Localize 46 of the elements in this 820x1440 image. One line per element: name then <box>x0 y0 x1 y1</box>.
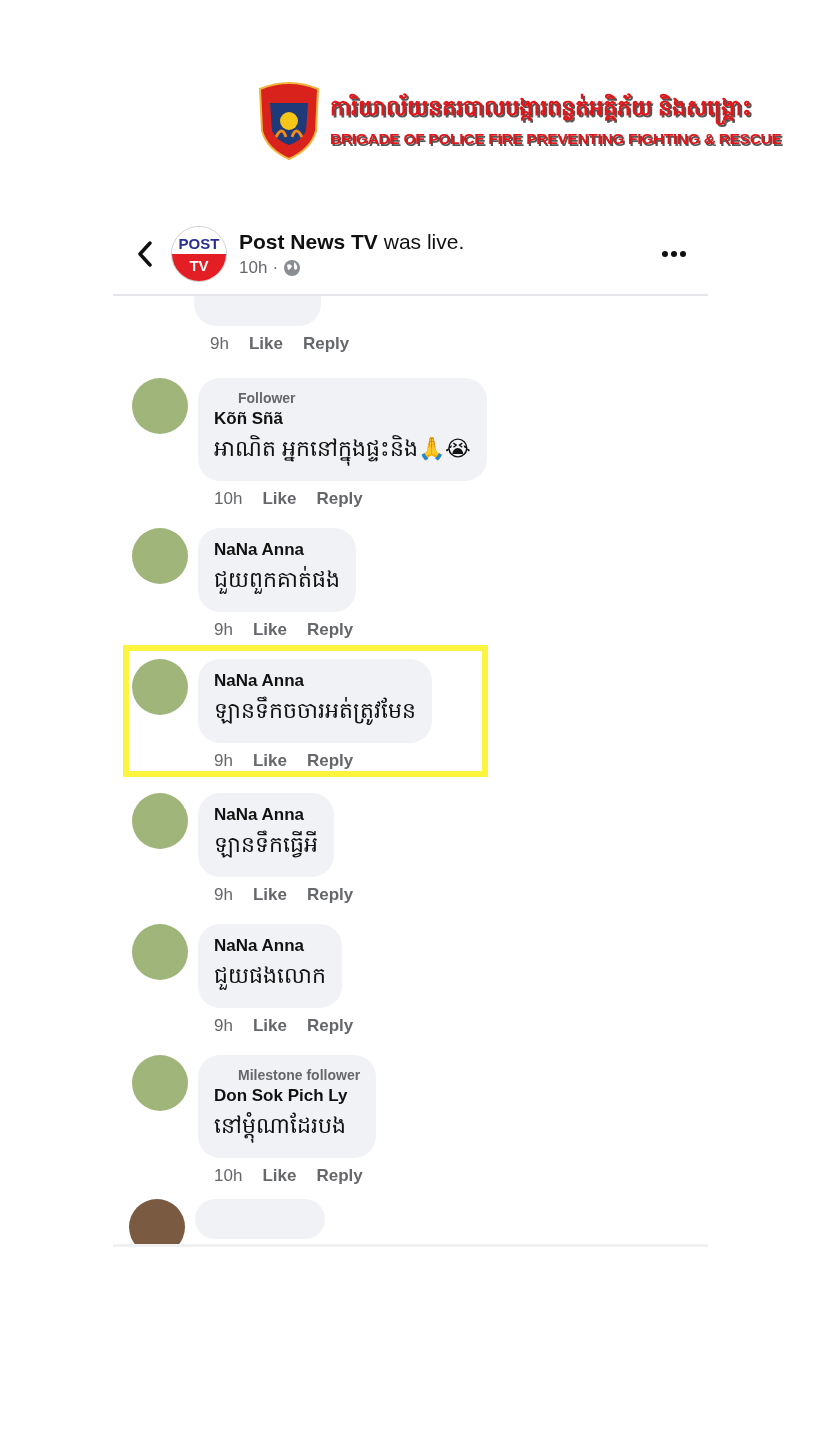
comment-text: ឡានទឹកធ្វើអី <box>214 831 318 860</box>
comment-time: 9h <box>214 1016 233 1036</box>
comment-time: 9h <box>214 620 233 640</box>
like-link[interactable]: Like <box>252 751 287 771</box>
comment-time: 9h <box>210 334 229 354</box>
post-time: 10h <box>239 258 268 278</box>
separator-dot: · <box>272 258 279 278</box>
comment-author[interactable]: NaNa Anna <box>214 671 416 691</box>
reply-link[interactable]: Reply <box>302 334 350 354</box>
follower-label: Follower <box>237 390 297 406</box>
comment-author[interactable]: NaNa Anna <box>214 936 326 956</box>
comment-text: ជួយពួកគាត់ផង <box>214 566 340 596</box>
like-link[interactable]: Like <box>248 334 283 354</box>
comment-text: អាណិត អ្នកនៅក្នុងផ្ទះនិង🙏😭 <box>214 435 471 467</box>
like-link[interactable]: Like <box>262 1166 297 1186</box>
comment-time: 10h <box>214 489 243 509</box>
back-icon[interactable] <box>137 241 153 267</box>
banner-title: ការិយាល័យនគរបាលបង្ការពន្លត់អគ្គិភ័យ និងសង្គ្រោះ <box>330 94 782 126</box>
avatar-photo[interactable] <box>129 1199 185 1244</box>
reply-link[interactable]: Reply <box>306 1016 354 1036</box>
comment-text: ជួយផងលោក <box>214 962 326 992</box>
more-options-icon[interactable] <box>662 251 686 257</box>
comment-author[interactable]: Kõñ Sñã <box>214 409 471 429</box>
comment-text: នៅម្តុំណាដែរបង <box>214 1112 361 1144</box>
reply-link[interactable]: Reply <box>306 751 354 771</box>
follower-label: Milestone follower <box>237 1067 361 1083</box>
like-link[interactable]: Like <box>262 489 297 509</box>
banner-subtitle: BRIGADE OF POLICE FIRE PREVENTING FIGHTING & RESCUE <box>330 130 782 148</box>
comment-author[interactable]: NaNa Anna <box>214 805 318 825</box>
comment-time: 10h <box>214 1166 243 1186</box>
comment-time: 9h <box>214 751 233 771</box>
shield-emblem-icon <box>256 81 322 161</box>
like-link[interactable]: Like <box>252 620 287 640</box>
reply-link[interactable]: Reply <box>316 1166 363 1186</box>
globe-icon <box>283 259 302 277</box>
comment-text: ឡានទឹកចចារអត់ត្រូវមែន <box>214 697 416 727</box>
comment-author[interactable]: NaNa Anna <box>214 540 340 560</box>
post-title: Post News TV was live. <box>239 230 466 254</box>
comment-time: 9h <box>214 885 233 905</box>
like-link[interactable]: Like <box>252 885 287 905</box>
reply-link[interactable]: Reply <box>306 885 354 905</box>
comment-author[interactable]: Don Sok Pich Ly <box>214 1086 361 1106</box>
page-logo[interactable]: POST TV <box>171 226 227 282</box>
reply-link[interactable]: Reply <box>316 489 363 509</box>
reply-link[interactable]: Reply <box>306 620 354 640</box>
like-link[interactable]: Like <box>252 1016 287 1036</box>
